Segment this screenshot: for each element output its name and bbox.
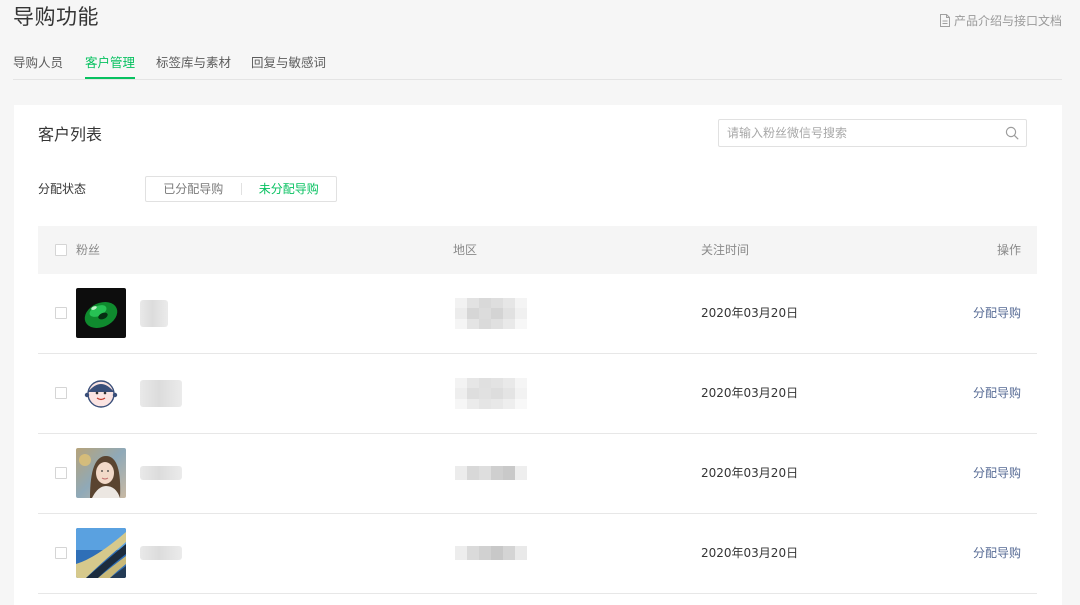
- cartoon-face-avatar: [76, 368, 126, 418]
- fan-nickname-redacted: [140, 300, 168, 327]
- row-checkbox[interactable]: [55, 387, 67, 399]
- column-header-region: 地区: [453, 243, 478, 257]
- product-docs-label: 产品介绍与接口文档: [953, 13, 1062, 28]
- row-checkbox[interactable]: [55, 547, 67, 559]
- product-docs-link[interactable]: 产品介绍与接口文档: [939, 11, 1062, 29]
- row-checkbox[interactable]: [55, 467, 67, 479]
- portrait-photo-avatar: [76, 448, 126, 498]
- table-row: 2020年03月20日 分配导购: [38, 274, 1037, 354]
- tab-replies-sensitive-words[interactable]: 回复与敏感词: [251, 54, 326, 78]
- jade-pendant-avatar: [76, 288, 126, 338]
- table-header: 粉丝 地区 关注时间 操作: [38, 226, 1037, 274]
- follow-time: 2020年03月20日: [701, 546, 799, 560]
- tab-customer-management[interactable]: 客户管理: [85, 54, 136, 79]
- document-icon: [939, 13, 950, 27]
- filter-assigned-option[interactable]: 已分配导购: [146, 177, 241, 201]
- table-row: 2020年03月20日 分配导购: [38, 434, 1037, 514]
- fan-nickname-redacted: [140, 466, 182, 480]
- fan-nickname-redacted: [140, 380, 182, 407]
- customer-list-card: 客户列表 分配状态 已分配导购 未分配导购 粉丝 地区 关注时间 操作: [14, 105, 1062, 605]
- fan-search-input[interactable]: [719, 120, 998, 146]
- column-header-action: 操作: [996, 243, 1021, 257]
- region-redacted: [455, 546, 527, 560]
- customer-table: 粉丝 地区 关注时间 操作 2020年03月20日 分配导购 2020年03月2…: [38, 226, 1037, 594]
- search-icon[interactable]: [998, 119, 1026, 147]
- column-header-follow-time: 关注时间: [701, 243, 750, 257]
- architecture-photo-avatar: [76, 528, 126, 578]
- fan-search-box: [718, 119, 1027, 147]
- customer-list-title: 客户列表: [38, 125, 103, 144]
- assign-status-label: 分配状态: [38, 182, 87, 196]
- main-tabs: 导购人员 客户管理 标签库与素材 回复与敏感词: [13, 54, 1062, 80]
- tab-tag-library-materials[interactable]: 标签库与素材: [156, 54, 231, 78]
- assign-guide-link[interactable]: 分配导购: [973, 274, 1021, 353]
- assign-status-filter: 已分配导购 未分配导购: [145, 176, 337, 202]
- region-redacted: [455, 466, 527, 480]
- assign-guide-link[interactable]: 分配导购: [973, 514, 1021, 593]
- table-row: 2020年03月20日 分配导购: [38, 514, 1037, 594]
- row-checkbox[interactable]: [55, 307, 67, 319]
- follow-time: 2020年03月20日: [701, 466, 799, 480]
- region-redacted: [455, 298, 527, 329]
- follow-time: 2020年03月20日: [701, 306, 799, 320]
- table-row: 2020年03月20日 分配导购: [38, 354, 1037, 434]
- assign-guide-link[interactable]: 分配导购: [973, 434, 1021, 513]
- filter-unassigned-option[interactable]: 未分配导购: [242, 177, 337, 201]
- column-header-fan: 粉丝: [76, 243, 101, 257]
- page-title: 导购功能: [13, 5, 99, 29]
- follow-time: 2020年03月20日: [701, 386, 799, 400]
- select-all-checkbox[interactable]: [55, 244, 67, 256]
- fan-nickname-redacted: [140, 546, 182, 560]
- assign-guide-link[interactable]: 分配导购: [973, 354, 1021, 433]
- region-redacted: [455, 378, 527, 409]
- tab-guide-staff[interactable]: 导购人员: [13, 54, 63, 78]
